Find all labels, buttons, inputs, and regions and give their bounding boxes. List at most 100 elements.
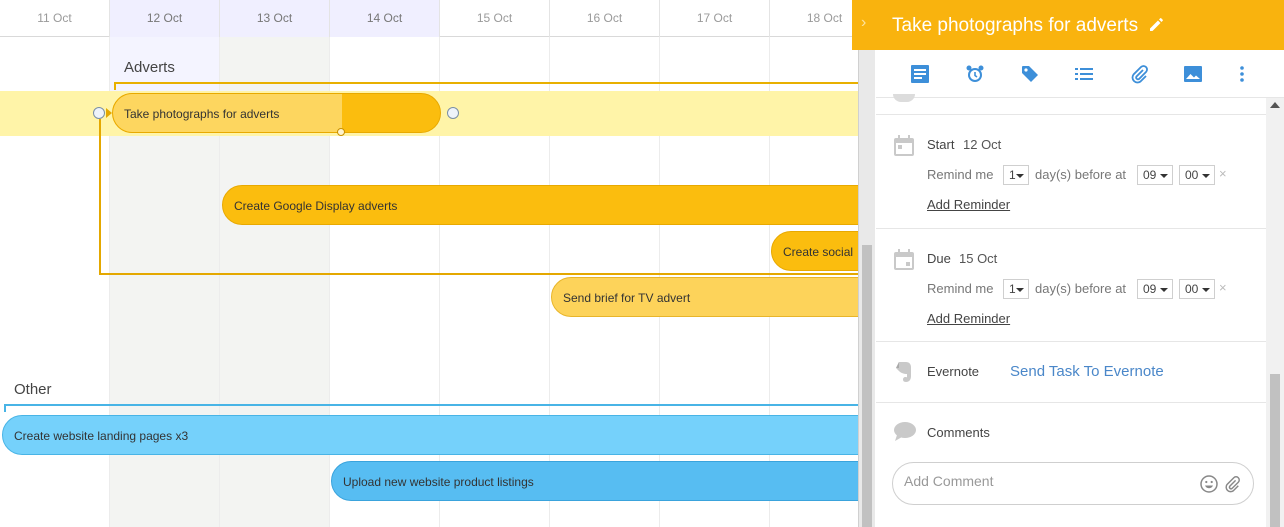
calendar-icon	[893, 135, 915, 162]
task-label: Take photographs for adverts	[124, 107, 280, 121]
task-label: Create website landing pages x3	[14, 429, 189, 443]
days-before-label: day(s) before at	[1035, 281, 1127, 296]
reminder-minute-select[interactable]: 00	[1179, 165, 1215, 185]
due-date[interactable]: 15 Oct	[959, 251, 997, 266]
dependency-line	[99, 273, 859, 275]
section-start: Start 12 Oct Remind me 1 day(s) before a…	[876, 115, 1266, 229]
section-icon	[893, 94, 915, 102]
task-bar-social[interactable]: Create social	[771, 231, 860, 271]
alarm-icon[interactable]	[965, 64, 987, 84]
chevron-down-icon	[1160, 288, 1168, 292]
remind-me-label: Remind me	[927, 167, 994, 182]
due-label: Due	[927, 251, 951, 266]
scrollbar-thumb[interactable]	[862, 245, 872, 527]
pencil-icon[interactable]	[1148, 15, 1166, 38]
calendar-icon	[893, 249, 915, 276]
comment-box	[892, 462, 1254, 505]
task-bar-landing[interactable]: Create website landing pages x3	[2, 415, 860, 455]
dependency-line	[99, 119, 101, 275]
day-header: 11 Oct	[0, 0, 110, 37]
section-due: Due 15 Oct Remind me 1 day(s) before at …	[876, 229, 1266, 342]
panel-scrollbar[interactable]	[1266, 98, 1284, 527]
task-bar-tv[interactable]: Send brief for TV advert	[551, 277, 860, 317]
select-value: 1	[1009, 168, 1016, 182]
reminder-row: Remind me 1 day(s) before at 09 00 ×	[927, 165, 1257, 185]
collapse-chevron-icon[interactable]: ›	[861, 14, 866, 32]
paperclip-icon[interactable]	[1129, 64, 1151, 84]
select-value: 00	[1185, 168, 1199, 182]
day-header: 15 Oct	[440, 0, 550, 37]
reminder-row: Remind me 1 day(s) before at 09 00 ×	[927, 279, 1257, 299]
task-title[interactable]: Take photographs for adverts	[892, 15, 1138, 37]
app-root: 11 Oct 12 Oct 13 Oct 14 Oct 15 Oct 16 Oc…	[0, 0, 1284, 527]
group-line-other	[4, 404, 860, 406]
chevron-down-icon	[1016, 174, 1024, 178]
image-icon[interactable]	[1183, 64, 1205, 84]
day-header: 13 Oct	[220, 0, 330, 37]
scrollbar-thumb[interactable]	[1270, 374, 1280, 527]
chevron-down-icon	[1202, 174, 1210, 178]
panel-toolbar	[876, 50, 1284, 98]
tag-icon[interactable]	[1020, 64, 1042, 84]
group-label-other[interactable]: Other	[14, 381, 52, 398]
reminder-hour-select[interactable]: 09	[1137, 279, 1173, 299]
progress-handle[interactable]	[337, 128, 345, 136]
group-line-tick	[4, 404, 6, 412]
days-before-label: day(s) before at	[1035, 167, 1127, 182]
add-reminder-link[interactable]: Add Reminder	[927, 197, 1010, 212]
reminder-count-select[interactable]: 1	[1003, 165, 1029, 185]
day-header: 17 Oct	[660, 0, 770, 37]
chevron-down-icon	[1016, 288, 1024, 292]
select-value: 00	[1185, 282, 1199, 296]
task-bar-upload[interactable]: Upload new website product listings	[331, 461, 860, 501]
more-icon[interactable]	[1238, 64, 1260, 84]
comment-icon	[893, 421, 917, 448]
send-to-evernote-link[interactable]: Send Task To Evernote	[1010, 363, 1164, 380]
evernote-label: Evernote	[927, 364, 980, 379]
group-label-adverts[interactable]: Adverts	[124, 59, 175, 76]
task-bar-google[interactable]: Create Google Display adverts	[222, 185, 860, 225]
panel-header: › Take photographs for adverts	[852, 0, 1284, 50]
remind-me-label: Remind me	[927, 281, 994, 296]
task-label: Upload new website product listings	[343, 475, 534, 489]
task-label: Send brief for TV advert	[563, 291, 691, 305]
checklist-icon[interactable]	[1074, 64, 1096, 84]
timeline-header: 11 Oct 12 Oct 13 Oct 14 Oct 15 Oct 16 Oc…	[0, 0, 860, 37]
select-value: 1	[1009, 282, 1016, 296]
notes-icon[interactable]	[910, 64, 932, 84]
reminder-hour-select[interactable]: 09	[1137, 165, 1173, 185]
gantt-chart: 11 Oct 12 Oct 13 Oct 14 Oct 15 Oct 16 Oc…	[0, 0, 860, 527]
day-header: 16 Oct	[550, 0, 660, 37]
gantt-scrollbar[interactable]	[858, 0, 875, 527]
day-header: 14 Oct	[330, 0, 440, 37]
task-bar-photos[interactable]: Take photographs for adverts	[112, 93, 441, 133]
select-value: 09	[1143, 168, 1157, 182]
reminder-count-select[interactable]: 1	[1003, 279, 1029, 299]
task-label: Create social	[783, 245, 854, 259]
comments-label: Comments	[927, 425, 990, 440]
day-column-shade	[110, 136, 220, 527]
dependency-handle-left[interactable]	[93, 107, 105, 119]
emoji-icon[interactable]	[1200, 475, 1218, 498]
group-line-tick	[114, 82, 116, 90]
task-label: Create Google Display adverts	[234, 199, 398, 213]
day-header-today: 12 Oct	[110, 0, 220, 37]
remove-reminder-icon[interactable]: ×	[1219, 166, 1227, 181]
dependency-handle-right[interactable]	[447, 107, 459, 119]
chevron-down-icon	[1160, 174, 1168, 178]
start-label: Start	[927, 137, 955, 152]
dependency-arrow	[106, 108, 112, 118]
add-reminder-link[interactable]: Add Reminder	[927, 311, 1010, 326]
chevron-down-icon	[1202, 288, 1210, 292]
group-line-adverts	[114, 82, 860, 84]
reminder-minute-select[interactable]: 00	[1179, 279, 1215, 299]
day-header: 18 Oct	[770, 0, 860, 37]
remove-reminder-icon[interactable]: ×	[1219, 280, 1227, 295]
evernote-icon	[894, 360, 914, 389]
select-value: 09	[1143, 282, 1157, 296]
start-date[interactable]: 12 Oct	[963, 137, 1001, 152]
section-previous	[876, 94, 1266, 115]
add-comment-input[interactable]	[904, 473, 1184, 489]
scroll-up-arrow-icon[interactable]	[1270, 102, 1280, 108]
paperclip-icon[interactable]	[1223, 475, 1241, 498]
